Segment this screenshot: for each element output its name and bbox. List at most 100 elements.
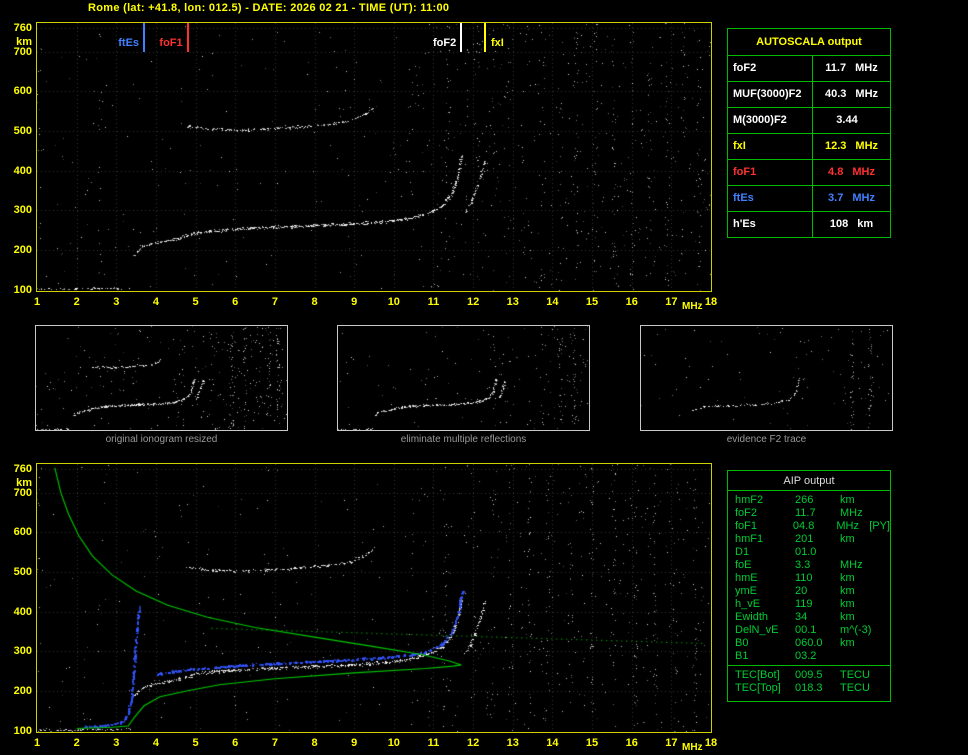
aip-param-unit: MHz (840, 559, 863, 571)
aip-table-title: AIP output (783, 475, 835, 487)
thumb-caption-evidence: evidence F2 trace (726, 434, 807, 445)
x-axis-tick-label: 2 (73, 737, 80, 749)
x-axis-tick-label: 12 (466, 296, 480, 308)
autoscala-param-label: fxI (728, 134, 813, 159)
aip-param-value: 009.5 (795, 669, 823, 681)
aip-param-label: hmF1 (735, 533, 764, 545)
aip-param-value: 266 (795, 494, 814, 506)
autoscala-row: fxI 12.3 MHz (728, 133, 890, 159)
aip-row: B1 03.2 (735, 650, 890, 663)
x-axis-tick-label: 14 (546, 737, 559, 749)
thumb-evidence-f2 (640, 325, 893, 431)
aip-param-value: 119 (795, 598, 813, 610)
aip-param-label: D1 (735, 546, 750, 558)
thumb-eliminate-reflections-canvas (338, 326, 589, 430)
x-axis-tick-label: 4 (152, 737, 159, 749)
autoscala-table-title: AUTOSCALA output (756, 36, 862, 48)
autoscala-param-label: h'Es (728, 212, 813, 237)
aip-param-unit: km (840, 494, 855, 506)
ionogram-main-canvas (37, 23, 711, 291)
aip-row: hmE 110 km (735, 572, 890, 585)
autoscala-param-value: 12.3 MHz (813, 134, 890, 159)
autoscala-param-value: 3.44 (813, 108, 890, 133)
x-axis-tick-label: 10 (387, 737, 400, 749)
aip-row: DelN_vE 00.1 m^(-3) (735, 624, 890, 637)
x-axis-tick-label: 7 (271, 737, 278, 749)
y-axis-tick-label: 200 (13, 685, 32, 698)
autoscala-param-value: 108 km (813, 212, 890, 237)
aip-param-value: 110 (795, 572, 813, 584)
aip-row: D1 01.0 (735, 546, 890, 559)
x-axis-tick-label: 2 (73, 296, 80, 308)
x-axis-tick-label: 15 (585, 737, 599, 749)
aip-param-unit: km (840, 611, 855, 623)
x-axis-tick-label: 17 (665, 737, 678, 749)
x-axis-tick-label: 17 (665, 296, 678, 308)
marker-line-foF2 (460, 23, 463, 52)
x-axis-tick-label: 16 (625, 737, 638, 749)
aip-table-rows: hmF2 266 km foF2 11.7 MHz foF1 04.8 MHz [PY] hm… (728, 491, 890, 665)
value-number: 3.7 (828, 192, 844, 204)
value-unit: MHz (855, 140, 879, 152)
aip-param-label: hmF2 (735, 494, 764, 506)
x-axis-tick-label: 10 (387, 296, 400, 308)
aip-tec-rows: TEC[Bot] 009.5 TECU TEC[Top] 018.3 TECU (728, 666, 890, 697)
aip-param-unit (840, 546, 874, 559)
aip-param-value: 201 (795, 533, 814, 545)
x-axis-tick-label: 3 (113, 296, 120, 308)
aip-output-table: AIP output hmF2 266 km foF2 11.7 MHz foF1 04.… (727, 470, 891, 702)
ionogram-profile-canvas (37, 464, 711, 732)
value-number: 12.3 (824, 140, 847, 152)
value-unit: MHz (852, 166, 875, 178)
y-axis-tick-label: 400 (13, 164, 32, 177)
y-axis-tick-label: 600 (13, 526, 32, 539)
thumb-eliminate-reflections (337, 325, 590, 431)
marker-label-fxI: fxI (491, 37, 504, 49)
x-axis-tick-label: 5 (192, 296, 199, 308)
x-axis-tick-label: 18 (704, 737, 718, 749)
y-axis-unit-label: km (16, 477, 32, 489)
x-axis-tick-label: 15 (585, 296, 599, 308)
autoscala-param-label: MUF(3000)F2 (728, 82, 813, 107)
aip-param-unit: MHz (836, 520, 859, 532)
autoscala-row: foF1 4.8 MHz (728, 159, 890, 185)
x-axis-tick-label: 1 (33, 296, 41, 308)
aip-param-unit: m^(-3) (840, 624, 872, 636)
autoscala-param-value: 3.7 MHz (813, 186, 890, 211)
y-axis-tick-label: 500 (13, 565, 32, 578)
aip-param-unit: km (840, 533, 855, 545)
x-axis-tick-label: 4 (152, 296, 159, 308)
autoscala-row: M(3000)F2 3.44 (728, 107, 890, 133)
value-unit: MHz (855, 62, 878, 74)
aip-param-value: 04.8 (792, 520, 815, 532)
aip-tec-row: TEC[Bot] 009.5 TECU (735, 669, 890, 682)
aip-param-label: hmE (735, 572, 758, 584)
aip-param-value: 20 (795, 585, 808, 597)
x-axis-tick-label: 6 (232, 296, 239, 308)
ionogram-main-plot (36, 22, 712, 292)
value-unit: MHz (852, 192, 875, 204)
aip-param-value: 03.2 (795, 650, 817, 662)
value-unit: km (857, 218, 874, 230)
y-axis-unit-label: km (16, 36, 32, 48)
marker-label-ftEs: ftEs (118, 37, 140, 49)
x-axis-unit-label: MHz (682, 742, 703, 753)
autoscala-param-label: foF2 (728, 56, 813, 81)
value-number: 108 (829, 218, 849, 230)
aip-param-label: foF1 (735, 520, 758, 532)
autoscala-row: ftEs 3.7 MHz (728, 185, 890, 211)
aip-param-unit: km (840, 598, 855, 610)
aip-param-label: h_vE (735, 598, 761, 610)
aip-param-label: TEC[Bot] (735, 669, 780, 681)
autoscala-param-value: 4.8 MHz (813, 160, 890, 185)
aip-param-label: ymE (735, 585, 757, 597)
aip-param-label: DelN_vE (735, 624, 779, 636)
x-axis-tick-label: 18 (704, 296, 718, 308)
aip-row: hmF1 201 km (735, 533, 890, 546)
x-axis-tick-label: 8 (311, 737, 318, 749)
aip-row: foE 3.3 MHz (735, 559, 890, 572)
aip-param-value: 060.0 (795, 637, 823, 649)
value-number: 4.8 (828, 166, 844, 178)
aip-param-unit: km (840, 637, 855, 649)
ionogram-profile-plot (36, 463, 712, 733)
